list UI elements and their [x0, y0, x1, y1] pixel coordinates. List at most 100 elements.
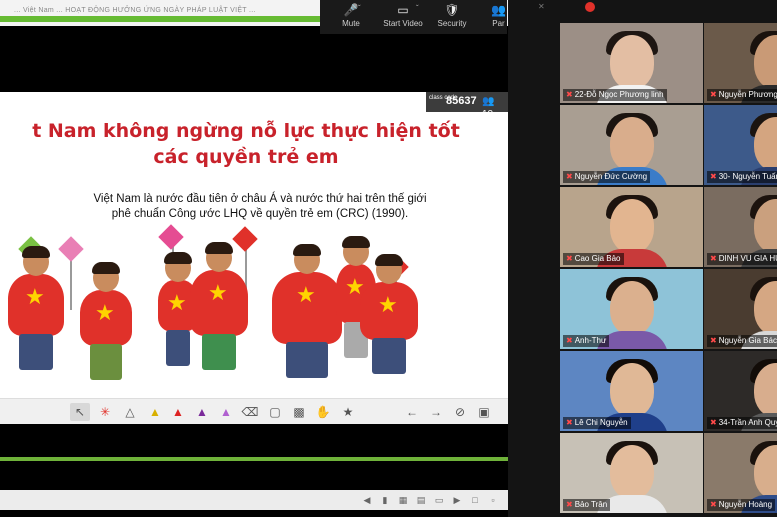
participant-tile[interactable]: ✖ Nguyễn Phương	[704, 23, 777, 103]
class-code-value: 85637	[446, 95, 477, 107]
arrow-left-icon[interactable]: ←	[402, 403, 422, 421]
close-icon[interactable]: ✕	[538, 2, 545, 11]
participant-name-label: ✖ 34-Trần Anh Quy	[707, 417, 777, 429]
mute-options-chevron-icon[interactable]: ˇ	[358, 4, 361, 13]
zoom-meeting-window: ... Việt Nam ... HOẠT ĐỘNG HƯỞNG ỨNG NGÀ…	[0, 0, 777, 517]
highlighter-purple-icon[interactable]: ▲	[192, 403, 212, 421]
annotation-toolbar: ↖ ✳ △ ▲ ▲ ▲ ▲ ⌫ ▢ ▩ ✋ ★ ← → ⊘ ▣	[0, 398, 508, 424]
participant-tile[interactable]: ✖ Bảo Trân	[560, 433, 703, 513]
shared-green-bar	[0, 16, 330, 22]
participant-name-label: ✖ Bảo Trân	[563, 499, 611, 511]
next-slide-icon[interactable]: ▶	[450, 493, 464, 507]
participant-count: 👥 10	[482, 96, 495, 120]
participant-tile[interactable]: ✖ Lê Chi Nguyễn	[560, 351, 703, 431]
slide-view-icon[interactable]: ▮	[378, 493, 392, 507]
participant-tile[interactable]: ✖ Nguyễn Đức Cường	[560, 105, 703, 185]
participant-name: Lê Chi Nguyễn	[574, 418, 628, 427]
participant-name-label: ✖ Nguyễn Gia Bách	[707, 335, 777, 347]
laser-pointer-icon[interactable]: ✳	[95, 403, 115, 421]
cursor-tool-icon[interactable]: ↖	[70, 403, 90, 421]
participant-face	[609, 445, 654, 499]
muted-mic-icon: ✖	[566, 90, 573, 99]
shared-breadcrumb: ... Việt Nam ... HOẠT ĐỘNG HƯỞNG ỨNG NGÀ…	[14, 7, 256, 14]
slide-title-line-1: t Nam không ngừng nỗ lực thực hiện tốt	[32, 120, 460, 142]
muted-mic-icon: ✖	[710, 418, 717, 427]
grid-view-icon[interactable]: ▦	[396, 493, 410, 507]
video-options-chevron-icon[interactable]: ˇ	[416, 4, 419, 13]
muted-mic-icon: ✖	[710, 254, 717, 263]
muted-mic-icon: ✖	[566, 254, 573, 263]
chart-icon[interactable]: ▩	[289, 403, 309, 421]
award-icon[interactable]: ★	[338, 403, 358, 421]
child-figure: ★	[360, 254, 418, 374]
participant-name-label: ✖ Nguyễn Phương	[707, 89, 777, 101]
prev-slide-icon[interactable]: ◀	[360, 493, 374, 507]
participant-name-label: ✖ DINH VU GIA HU	[707, 253, 777, 265]
muted-mic-icon: ✖	[566, 418, 573, 427]
participant-tile[interactable]: ✖ 22-Đỗ Ngọc Phương linh	[560, 23, 703, 103]
participant-name-label: ✖ Nguyễn Hoàng	[707, 499, 776, 511]
hide-ink-icon[interactable]: ⊘	[450, 403, 470, 421]
participant-tile[interactable]: ✖ DINH VU GIA HU	[704, 187, 777, 267]
child-figure: ★	[272, 244, 342, 378]
participant-name: 30- Nguyễn Tuấn	[718, 172, 777, 181]
video-off-icon: ▭	[397, 3, 409, 17]
security-button[interactable]: 🛡 Security	[432, 2, 472, 32]
start-video-label: Start Video	[383, 19, 423, 28]
participant-name: Nguyễn Phương	[718, 90, 777, 99]
participants-label: Par	[492, 19, 505, 28]
security-label: Security	[437, 19, 467, 28]
participant-name-label: ✖ Cao Gia Bảo	[563, 253, 624, 265]
gallery-top-bar: ✕	[508, 0, 777, 18]
participant-name: Bảo Trân	[574, 500, 608, 509]
participant-face	[609, 199, 654, 253]
muted-mic-icon: ✖	[566, 500, 573, 509]
arrow-right-icon[interactable]: →	[426, 403, 446, 421]
slide-subtitle: Việt Nam là nước đầu tiên ở châu Á và nư…	[50, 192, 470, 222]
muted-mic-icon: ✖	[710, 500, 717, 509]
eraser-icon[interactable]: ⌫	[240, 403, 260, 421]
participant-tile[interactable]: ✖ 34-Trần Anh Quy	[704, 351, 777, 431]
screenshot-icon[interactable]: ▣	[474, 403, 494, 421]
participant-tile[interactable]: ✖ Cao Gia Bảo	[560, 187, 703, 267]
participant-tile[interactable]: ✖ Nguyễn Hoàng	[704, 433, 777, 513]
muted-mic-icon: ✖	[566, 336, 573, 345]
class-code-badge: class code 85637 👥 10	[426, 92, 508, 120]
participant-gallery: ✕ ✖ 22-Đỗ Ngọc Phương linh ✖ Nguyễn Phương ✖…	[508, 0, 777, 517]
participant-name: 22-Đỗ Ngọc Phương linh	[574, 90, 664, 99]
participant-tile[interactable]: ✖ Anh-Thư	[560, 269, 703, 349]
whiteboard-icon[interactable]: ▢	[265, 403, 285, 421]
pinwheel-icon	[158, 224, 184, 250]
highlighter-yellow-icon[interactable]: ▲	[145, 403, 165, 421]
slide-title-line-2: các quyền trẻ em	[153, 146, 339, 168]
participant-name-label: ✖ 30- Nguyễn Tuấn	[707, 171, 777, 183]
participant-face	[609, 363, 654, 417]
reading-view-icon[interactable]: ▤	[414, 493, 428, 507]
participant-name: Nguyễn Đức Cường	[574, 172, 648, 181]
participant-name: Cao Gia Bảo	[574, 254, 621, 263]
participant-face	[609, 281, 654, 335]
hand-icon[interactable]: ✋	[313, 403, 333, 421]
mute-button[interactable]: 🎤 Mute	[328, 2, 374, 32]
shared-screen: ... Việt Nam ... HOẠT ĐỘNG HƯỞNG ỨNG NGÀ…	[0, 0, 508, 517]
participant-name: 34-Trần Anh Quy	[718, 418, 777, 427]
fullscreen-icon[interactable]: ▫	[486, 493, 500, 507]
child-figure: ★	[80, 262, 132, 380]
slide-subtitle-line-1: Việt Nam là nước đầu tiên ở châu Á và nư…	[93, 193, 427, 205]
highlighter-red-icon[interactable]: ▲	[168, 403, 188, 421]
muted-mic-icon: ✖	[710, 90, 717, 99]
notification-dot	[585, 2, 595, 12]
participants-button[interactable]: 👥 Par	[490, 2, 507, 32]
fit-icon[interactable]: □	[468, 493, 482, 507]
notes-icon[interactable]: ▭	[432, 493, 446, 507]
participant-name: DINH VU GIA HU	[718, 254, 777, 263]
participant-tile[interactable]: ✖ Nguyễn Gia Bách	[704, 269, 777, 349]
highlighter-violet-icon[interactable]: ▲	[216, 403, 236, 421]
start-video-button[interactable]: ▭ Start Video	[374, 2, 432, 32]
microphone-icon: 🎤	[343, 3, 359, 17]
slide-subtitle-line-2: phê chuẩn Công ước LHQ về quyền trẻ em (…	[111, 208, 409, 220]
muted-mic-icon: ✖	[710, 172, 717, 181]
child-figure: ★	[8, 246, 64, 370]
pen-outline-icon[interactable]: △	[120, 403, 140, 421]
participant-tile[interactable]: ✖ 30- Nguyễn Tuấn	[704, 105, 777, 185]
